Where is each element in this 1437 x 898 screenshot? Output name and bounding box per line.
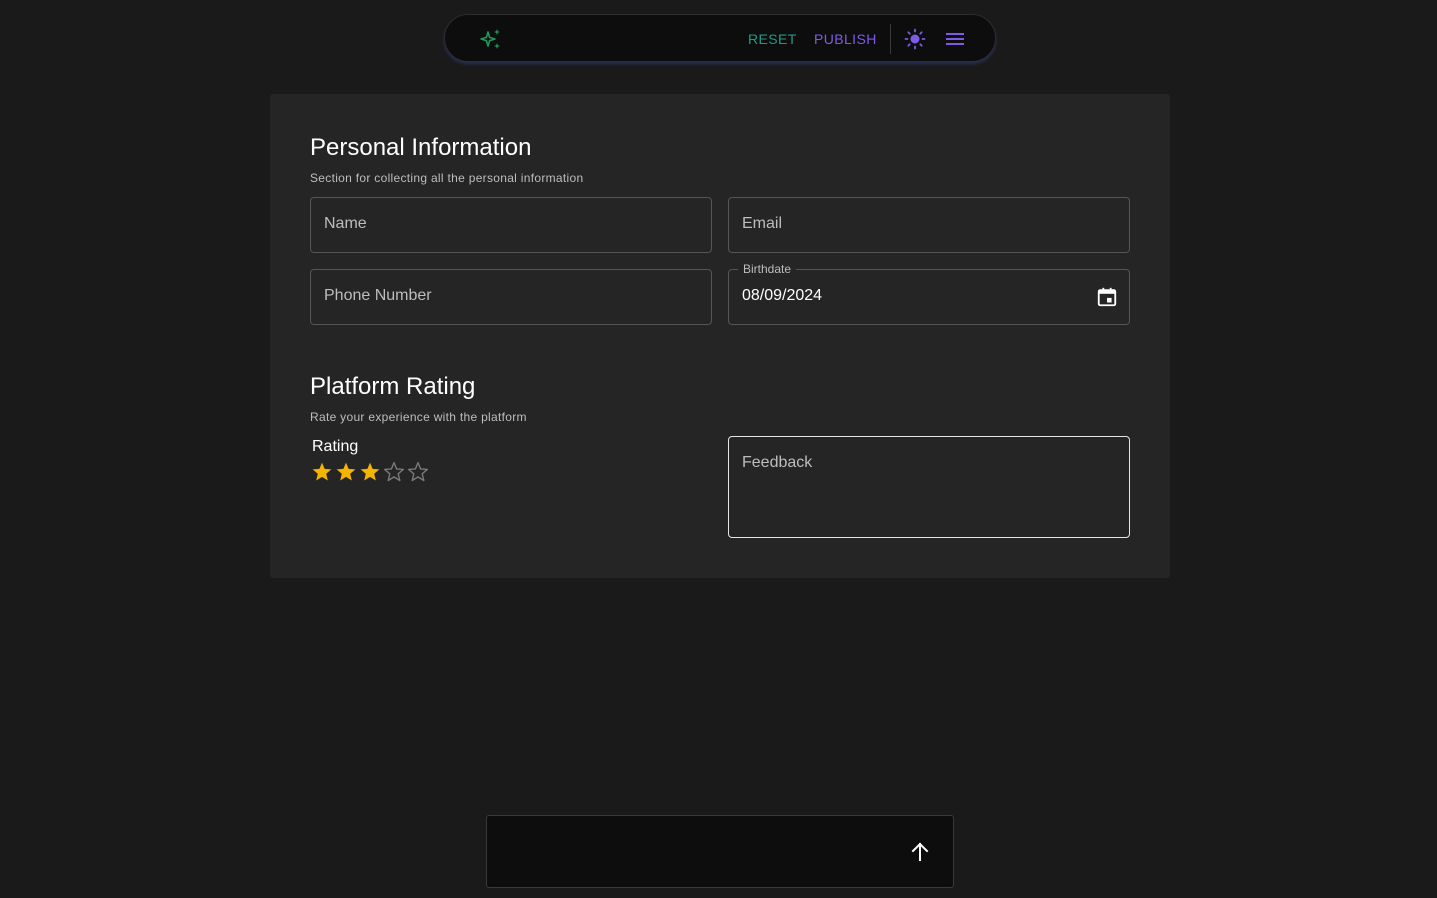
star-filled-icon-3[interactable] — [358, 460, 382, 484]
publish-button[interactable]: PUBLISH — [814, 27, 877, 51]
email-placeholder: Email — [742, 215, 783, 232]
platform-rating-description: Rate your experience with the platform — [310, 410, 527, 424]
star-empty-icon-4[interactable] — [382, 460, 406, 484]
birthdate-field[interactable]: Birthdate 08/09/2024 — [728, 262, 1130, 325]
rating-stars — [310, 460, 430, 484]
menu-icon[interactable] — [943, 27, 967, 51]
sparkles-icon[interactable] — [478, 26, 504, 52]
top-toolbar: RESET PUBLISH — [444, 14, 996, 62]
email-field[interactable]: Email — [728, 197, 1130, 253]
name-field[interactable]: Name — [310, 197, 712, 253]
arrow-up-icon[interactable] — [908, 840, 932, 864]
phone-number-placeholder: Phone Number — [324, 287, 432, 304]
birthdate-label: Birthdate — [738, 262, 797, 276]
reset-button[interactable]: RESET — [748, 27, 797, 51]
birthdate-value: 08/09/2024 — [742, 287, 823, 304]
feedback-field[interactable]: Feedback — [728, 436, 1130, 538]
personal-info-description: Section for collecting all the personal … — [310, 171, 584, 185]
sun-icon[interactable] — [903, 27, 927, 51]
star-filled-icon-1[interactable] — [310, 460, 334, 484]
star-filled-icon-2[interactable] — [334, 460, 358, 484]
rating-label: Rating — [312, 438, 359, 455]
bottom-input-bar[interactable] — [486, 815, 954, 888]
platform-rating-title: Platform Rating — [310, 373, 476, 400]
personal-info-title: Personal Information — [310, 134, 532, 161]
name-placeholder: Name — [324, 215, 367, 232]
toolbar-divider — [890, 24, 891, 54]
form-card: Personal Information Section for collect… — [270, 94, 1170, 578]
feedback-placeholder: Feedback — [742, 454, 813, 471]
phone-number-field[interactable]: Phone Number — [310, 269, 712, 325]
star-empty-icon-5[interactable] — [406, 460, 430, 484]
calendar-icon[interactable] — [1096, 286, 1118, 308]
